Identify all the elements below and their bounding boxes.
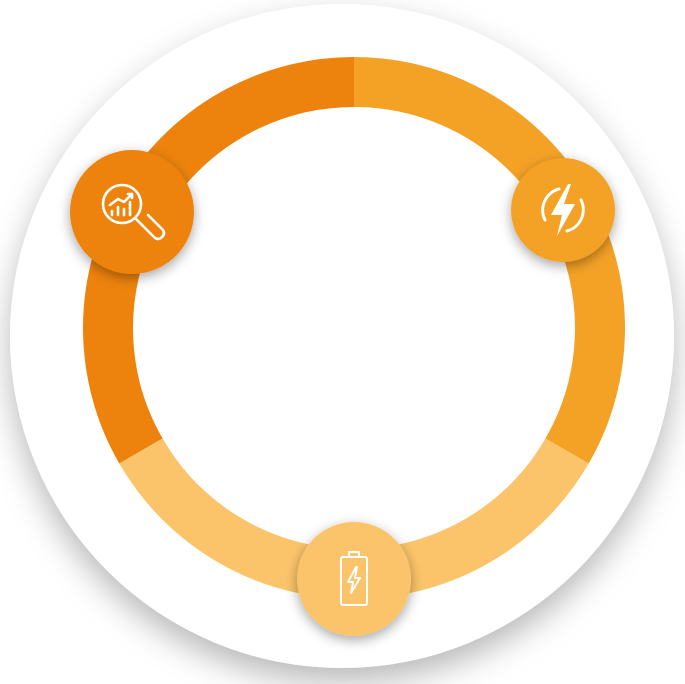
node-power[interactable] <box>511 158 615 262</box>
node-battery[interactable] <box>297 522 411 636</box>
node-analytics[interactable] <box>70 150 194 274</box>
cycle-diagram <box>0 0 685 684</box>
node-analytics-circle <box>70 150 194 274</box>
cycle-diagram-canvas <box>10 4 674 668</box>
node-battery-circle <box>297 522 411 636</box>
